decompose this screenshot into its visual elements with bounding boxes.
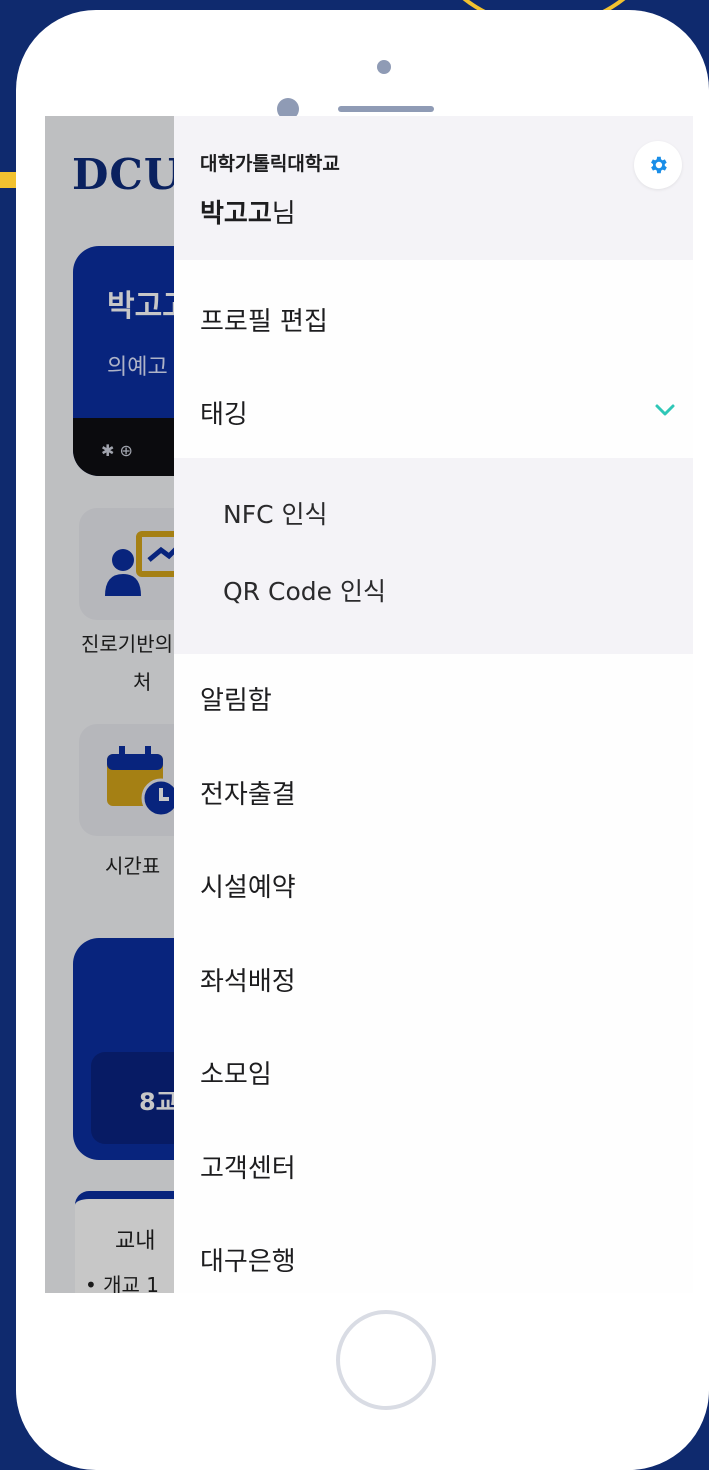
chevron-down-icon[interactable] (654, 403, 676, 417)
menu-customer-center[interactable]: 고객센터 (200, 1148, 296, 1185)
home-button[interactable] (336, 1310, 436, 1410)
menu-small-groups[interactable]: 소모임 (200, 1054, 272, 1091)
school-name: 대학가톨릭대학교 (200, 153, 340, 175)
tagging-submenu: NFC 인식 QR Code 인식 (174, 458, 693, 654)
user-suffix: 님 (271, 199, 296, 229)
menu-attendance[interactable]: 전자출결 (200, 774, 296, 811)
menu-notifications[interactable]: 알림함 (200, 680, 272, 717)
gear-icon (651, 156, 667, 174)
submenu-qr-code[interactable]: QR Code 인식 (223, 572, 386, 608)
drawer-scrim[interactable] (45, 116, 174, 1293)
menu-tagging[interactable]: 태깅 (200, 394, 248, 431)
speaker-grille (338, 106, 434, 112)
menu-profile-edit[interactable]: 프로필 편집 (200, 301, 328, 338)
drawer-header: 대학가톨릭대학교 박고고님 (174, 116, 693, 260)
submenu-nfc[interactable]: NFC 인식 (223, 495, 327, 531)
menu-daegu-bank[interactable]: 대구은행 (200, 1241, 296, 1278)
menu-seat-assignment[interactable]: 좌석배정 (200, 961, 296, 998)
settings-button[interactable] (634, 141, 682, 189)
speaker-dot (377, 60, 391, 74)
user-greeting: 박고고님 (200, 193, 296, 230)
side-drawer: 대학가톨릭대학교 박고고님 프로필 편집 태깅 NFC 인식 QR Code 인… (174, 116, 693, 1293)
menu-facility-reservation[interactable]: 시설예약 (200, 867, 296, 904)
app-screen: DCU 박고고 의예고 ✱ ⊕ 진로기반의 처 시간표 8교시 교내 • 개교 … (45, 116, 693, 1293)
user-name: 박고고 (200, 199, 272, 229)
